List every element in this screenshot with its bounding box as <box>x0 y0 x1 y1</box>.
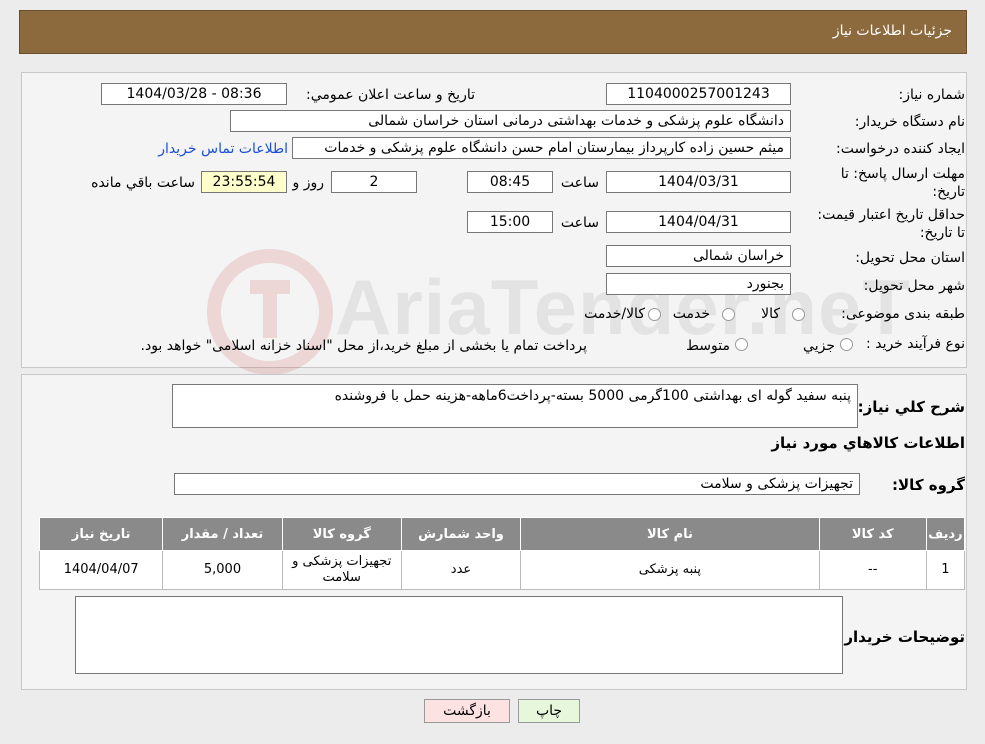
need-number-label: شماره نیاز: <box>898 87 966 103</box>
validity-label: حداقل تاریخ اعتبار قیمت: تا تاریخ: <box>817 207 965 241</box>
cell-row: 1 <box>925 550 966 590</box>
process-radio-medium[interactable] <box>735 338 748 351</box>
deadline-date-field: 1404/03/31 <box>606 171 791 193</box>
cell-code: -- <box>818 550 927 590</box>
province-field: خراسان شمالی <box>606 245 791 267</box>
validity-date-field: 1404/04/31 <box>606 211 791 233</box>
buyer-notes-label: توضیحات خریدار: <box>838 628 965 646</box>
category-label: طبقه بندی موضوعی: <box>841 306 965 322</box>
province-label: استان محل تحویل: <box>855 250 965 266</box>
items-heading: اطلاعات کالاهاي مورد نیاز <box>771 434 965 452</box>
city-label: شهر محل تحویل: <box>863 278 965 294</box>
buyer-org-field: دانشگاه علوم پزشکی و خدمات بهداشتی درمان… <box>230 110 791 132</box>
deadline-label: مهلت ارسال پاسخ: تا تاریخ: <box>840 166 965 200</box>
summary-textarea[interactable]: پنبه سفید گوله ای بهداشتی 100گرمی 5000 ب… <box>172 384 858 428</box>
validity-time-label: ساعت <box>560 215 599 231</box>
col-name: نام کالا <box>520 517 820 551</box>
print-button[interactable]: چاپ <box>518 699 580 723</box>
category-radio-goods[interactable] <box>792 308 805 321</box>
back-button[interactable]: بازگشت <box>424 699 510 723</box>
process-medium-label: متوسط <box>686 338 730 354</box>
col-row: ردیف <box>925 517 966 551</box>
col-group: گروه کالا <box>281 517 402 551</box>
summary-label: شرح کلي نیاز: <box>857 398 965 416</box>
cell-unit: عدد <box>400 550 522 590</box>
col-code: کد کالا <box>818 517 927 551</box>
cell-group: تجهیزات پزشکی و سلامت <box>281 550 402 590</box>
process-minor-label: جزیي <box>803 338 835 354</box>
watermark-logo-icon <box>207 249 333 375</box>
deadline-time-label: ساعت <box>560 175 599 191</box>
buyer-org-label: نام دستگاه خریدار: <box>854 114 965 130</box>
validity-time-field: 15:00 <box>467 211 553 233</box>
col-date: تاریخ نیاز <box>38 517 164 551</box>
category-radio-goods-service[interactable] <box>648 308 661 321</box>
col-unit: واحد شمارش <box>400 517 522 551</box>
announce-label: تاریخ و ساعت اعلان عمومي: <box>306 87 475 103</box>
items-table: ردیف کد کالا نام کالا واحد شمارش گروه کا… <box>38 517 966 590</box>
process-label: نوع فرآیند خرید : <box>866 336 965 352</box>
process-radio-minor[interactable] <box>840 338 853 351</box>
table-header-row: ردیف کد کالا نام کالا واحد شمارش گروه کا… <box>38 517 966 551</box>
category-service-label: خدمت <box>672 306 710 322</box>
category-goods-label: کالا <box>761 306 780 322</box>
process-note: پرداخت تمام یا بخشی از مبلغ خرید،از محل … <box>140 338 587 354</box>
group-label: گروه کالا: <box>892 476 965 494</box>
category-goods-service-label: کالا/خدمت <box>584 306 645 322</box>
group-field: تجهیزات پزشکی و سلامت <box>174 473 860 495</box>
creator-label: ایجاد کننده درخواست: <box>836 141 965 157</box>
creator-field: میثم حسین زاده کارپرداز بیمارستان امام ح… <box>292 137 791 159</box>
buyer-contact-link[interactable]: اطلاعات تماس خریدار <box>158 141 288 157</box>
remaining-time-field: 23:55:54 <box>201 171 287 193</box>
city-field: بجنورد <box>606 273 791 295</box>
page-title: جزئیات اطلاعات نیاز <box>832 23 952 39</box>
days-field: 2 <box>331 171 417 193</box>
need-number-field: 1104000257001243 <box>606 83 791 105</box>
cell-date: 1404/04/07 <box>38 550 164 590</box>
announce-field: 1404/03/28 - 08:36 <box>101 83 287 105</box>
days-label: روز و <box>292 175 325 191</box>
category-radio-service[interactable] <box>722 308 735 321</box>
table-row: 1 -- پنبه پزشکی عدد تجهیزات پزشکی و سلام… <box>38 550 966 590</box>
remaining-label: ساعت باقي مانده <box>91 175 195 191</box>
col-quantity: تعداد / مقدار <box>162 517 283 551</box>
cell-name: پنبه پزشکی <box>520 550 820 590</box>
cell-quantity: 5,000 <box>162 550 283 590</box>
buyer-notes-textarea[interactable] <box>75 596 843 674</box>
deadline-time-field: 08:45 <box>467 171 553 193</box>
page-header: جزئیات اطلاعات نیاز <box>19 10 967 54</box>
